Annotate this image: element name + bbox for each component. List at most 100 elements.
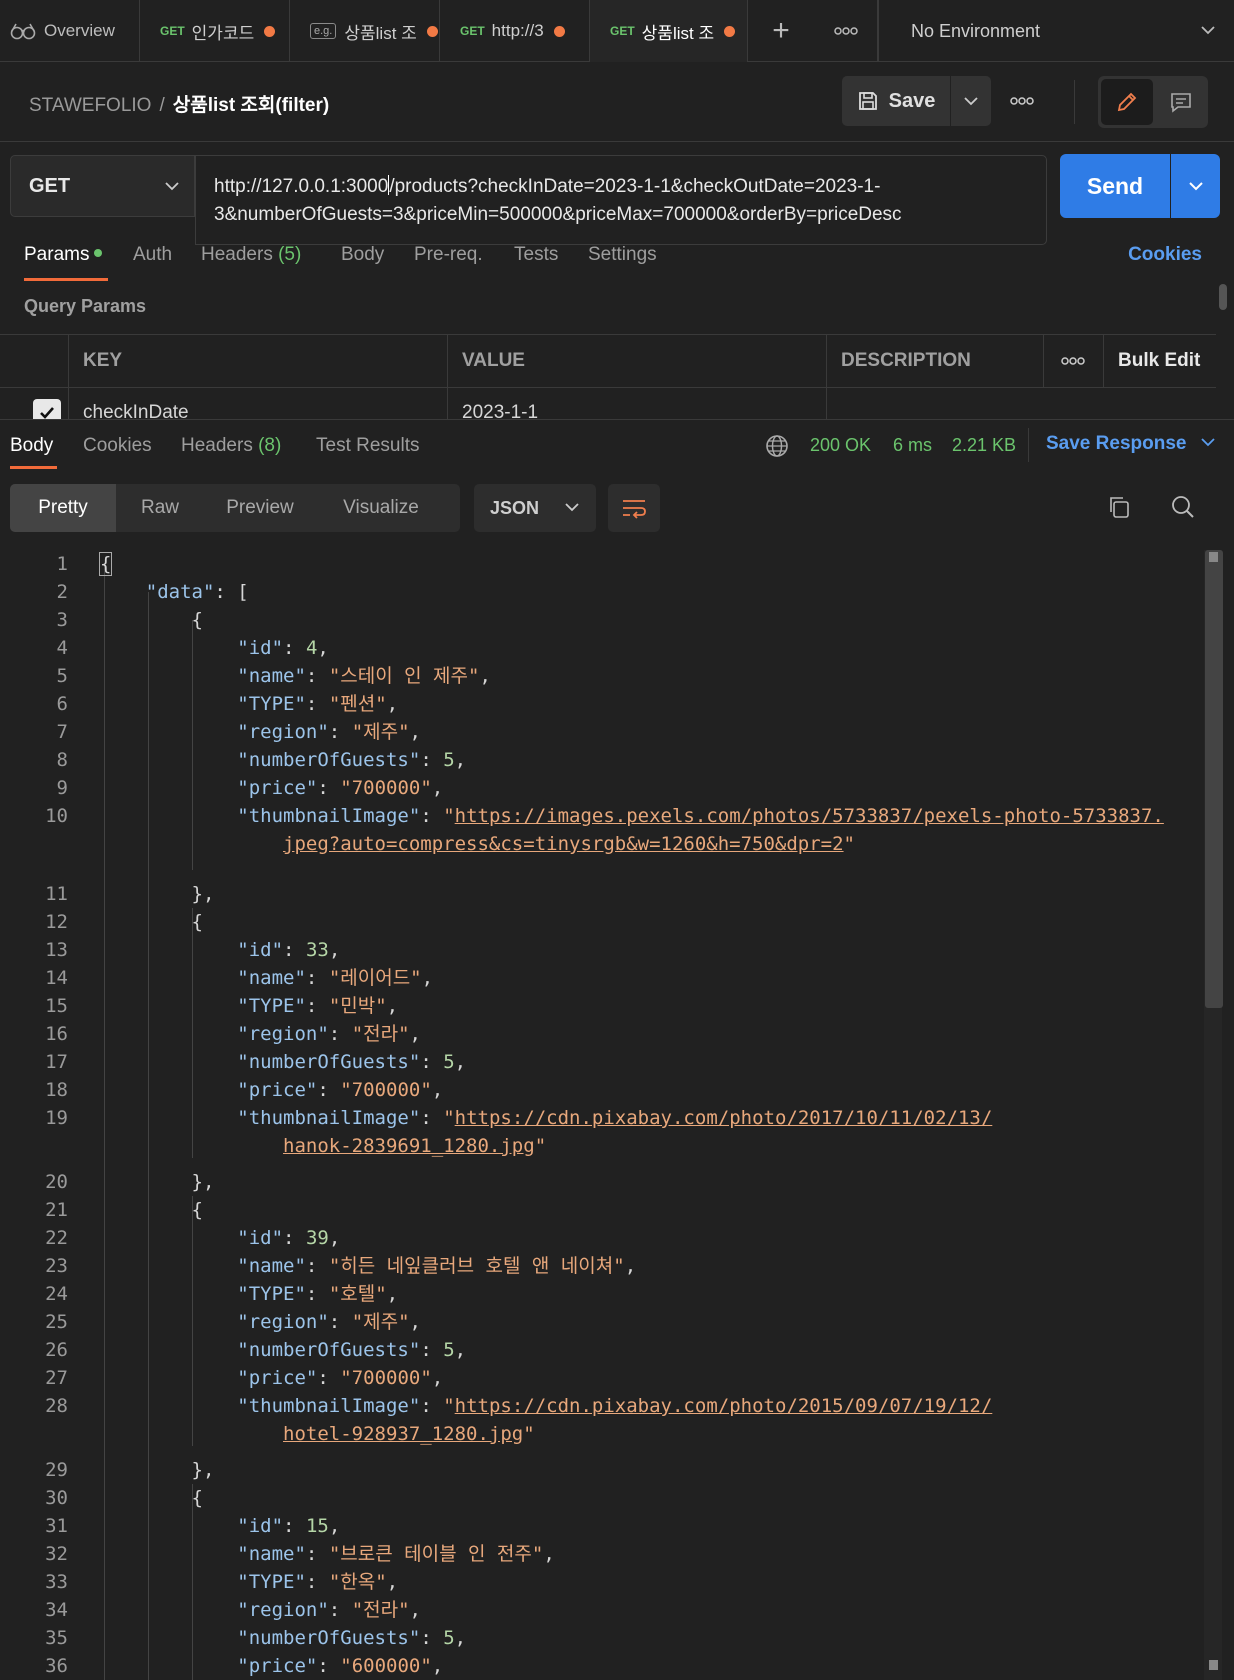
code-text: "price": "700000",	[237, 777, 444, 799]
bulk-edit-button[interactable]: Bulk Edit	[1103, 335, 1216, 387]
tab-tests[interactable]: Tests	[514, 244, 558, 266]
view-visualize-button[interactable]: Visualize	[316, 484, 446, 532]
column-options-button[interactable]	[1043, 335, 1103, 387]
json-url[interactable]: https://cdn.pixabay.com/photo/2017/10/11…	[455, 1107, 993, 1129]
code-line: 29 },	[0, 1456, 1200, 1484]
param-value[interactable]: 2023-1-1	[447, 388, 826, 420]
tab-params[interactable]: Params	[24, 244, 103, 266]
view-pretty-button[interactable]: Pretty	[10, 484, 116, 532]
code-line: 30 {	[0, 1484, 1200, 1512]
tab-test-results[interactable]: Test Results	[316, 435, 419, 457]
code-line: 2 "data": [	[0, 578, 1200, 606]
code-text: "TYPE": "펜션",	[237, 693, 399, 715]
code-line: 7 "region": "제주",	[0, 718, 1200, 746]
save-options-button[interactable]	[951, 76, 991, 126]
copy-icon[interactable]	[1106, 494, 1132, 520]
code-line: 23 "name": "히든 네잎클러브 호텔 앤 네이쳐",	[0, 1252, 1200, 1280]
unsaved-dot	[724, 25, 736, 37]
search-icon[interactable]	[1170, 494, 1196, 520]
format-select[interactable]: JSON	[474, 484, 596, 532]
breadcrumb-workspace[interactable]: STAWEFOLIO	[29, 95, 151, 116]
response-body-code[interactable]: 1{ 2 "data": [ 3 { 4 "id": 4, 5 "name": …	[0, 550, 1200, 1680]
send-button[interactable]: Send	[1060, 154, 1170, 218]
tab-overview[interactable]: Overview	[0, 0, 140, 62]
scrollbar-thumb[interactable]	[1219, 284, 1227, 310]
column-header-value: VALUE	[447, 335, 826, 387]
tab-body[interactable]: Body	[341, 244, 384, 266]
tab-more-button[interactable]	[814, 0, 878, 62]
save-response-button[interactable]: Save Response	[1046, 433, 1216, 455]
code-text: "numberOfGuests": 5,	[237, 749, 467, 771]
json-url[interactable]: hanok-2839691_1280.jpg	[283, 1135, 535, 1157]
tab-request-1[interactable]: GET 인가코드	[140, 0, 290, 62]
code-line: 5 "name": "스테이 인 제주",	[0, 662, 1200, 690]
tab-settings[interactable]: Settings	[588, 244, 657, 266]
line-number: 8	[56, 749, 68, 771]
method-select[interactable]: GET	[10, 155, 195, 217]
code-line: 21 {	[0, 1196, 1200, 1224]
view-preview-button[interactable]: Preview	[204, 484, 316, 532]
tab-response-cookies[interactable]: Cookies	[83, 435, 152, 457]
json-key: "id"	[237, 637, 284, 659]
json-key: "region"	[237, 1599, 329, 1621]
request-more-button[interactable]	[1010, 92, 1034, 110]
url-text-part: http://127.0.0.1:3000	[214, 176, 389, 197]
tab-label: Body	[341, 244, 385, 265]
code-line: 20 },	[0, 1168, 1200, 1196]
param-key[interactable]: checkInDate	[68, 388, 447, 420]
code-text: "name": "히든 네잎클러브 호텔 앤 네이쳐",	[237, 1255, 637, 1277]
code-text: jpeg?auto=compress&cs=tinysrgb&w=1260&h=…	[283, 833, 855, 855]
tab-prereq[interactable]: Pre-req.	[414, 244, 483, 266]
url-input[interactable]: http://127.0.0.1:3000/products?checkInDa…	[195, 155, 1047, 245]
cookies-link[interactable]: Cookies	[1128, 244, 1202, 266]
scroll-up-button[interactable]	[1209, 552, 1218, 562]
param-description[interactable]	[826, 388, 1216, 420]
json-key: "numberOfGuests"	[237, 749, 421, 771]
line-number: 34	[45, 1599, 68, 1621]
line-number: 7	[56, 721, 68, 743]
response-size[interactable]: 2.21 KB	[952, 435, 1016, 456]
scroll-down-button[interactable]	[1209, 1660, 1218, 1670]
tab-headers[interactable]: Headers (5)	[201, 244, 301, 266]
tab-request-3[interactable]: GET http://3	[440, 0, 590, 62]
chevron-down-icon	[165, 182, 179, 191]
edit-mode-button[interactable]	[1101, 79, 1153, 125]
json-number: 5	[443, 749, 455, 771]
status-code[interactable]: 200 OK	[810, 435, 871, 456]
tab-auth[interactable]: Auth	[133, 244, 172, 266]
json-key: "thumbnailImage"	[237, 1107, 421, 1129]
line-number: 6	[56, 693, 68, 715]
response-time[interactable]: 6 ms	[893, 435, 932, 456]
view-raw-button[interactable]: Raw	[116, 484, 204, 532]
line-number: 35	[45, 1627, 68, 1649]
json-url[interactable]: https://cdn.pixabay.com/photo/2015/09/07…	[455, 1395, 993, 1417]
row-checkbox[interactable]	[33, 399, 61, 420]
headers-count: (5)	[278, 244, 302, 265]
line-number: 23	[45, 1255, 68, 1277]
code-line: 12 {	[0, 908, 1200, 936]
wrap-lines-button[interactable]	[608, 484, 660, 532]
tab-response-headers[interactable]: Headers (8)	[181, 435, 281, 457]
code-line: 25 "region": "제주",	[0, 1308, 1200, 1336]
code-text: {	[100, 1199, 203, 1221]
code-scrollbar-thumb[interactable]	[1205, 550, 1223, 1008]
environment-selector[interactable]: No Environment	[878, 0, 1234, 62]
tab-request-4[interactable]: GET 상품list 조	[590, 0, 748, 62]
more-icon	[1010, 97, 1034, 105]
new-tab-button[interactable]: +	[748, 0, 814, 62]
json-url[interactable]: hotel-928937_1280.jpg	[283, 1423, 523, 1445]
code-text: "numberOfGuests": 5,	[237, 1339, 467, 1361]
send-options-button[interactable]	[1171, 154, 1220, 218]
json-url[interactable]: https://images.pexels.com/photos/5733837…	[455, 805, 1164, 827]
save-button[interactable]: Save	[842, 76, 950, 126]
code-line: 33 "TYPE": "한옥",	[0, 1568, 1200, 1596]
json-string: "전라"	[351, 1599, 410, 1621]
tab-request-2[interactable]: e.g. 상품list 조	[290, 0, 440, 62]
comments-button[interactable]	[1156, 79, 1206, 125]
globe-icon[interactable]	[764, 433, 790, 459]
json-url[interactable]: jpeg?auto=compress&cs=tinysrgb&w=1260&h=…	[283, 833, 844, 855]
code-line: 4 "id": 4,	[0, 634, 1200, 662]
json-string: "호텔"	[328, 1283, 387, 1305]
tab-response-body[interactable]: Body	[10, 435, 53, 457]
breadcrumb-request[interactable]: 상품list 조회(filter)	[173, 95, 329, 116]
